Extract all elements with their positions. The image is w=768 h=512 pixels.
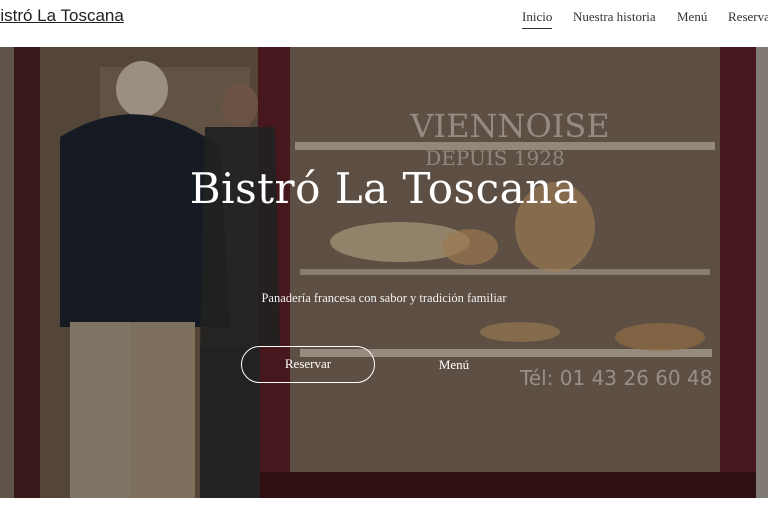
nav-item-nuestra-historia[interactable]: Nuestra historia [573, 9, 656, 28]
page-bottom-strip [0, 498, 768, 512]
hero-subtitle: Panadería francesa con sabor y tradición… [261, 291, 507, 305]
site-header: Bistró La Toscana Inicio Nuestra histori… [0, 0, 768, 47]
nav-item-inicio[interactable]: Inicio [522, 9, 553, 29]
reserve-button[interactable]: Reservar [241, 346, 375, 383]
main-nav: Inicio Nuestra historia Menú Reservar [0, 9, 768, 35]
nav-item-reservar[interactable]: Reservar [728, 9, 768, 28]
hero-title: Bistró La Toscana [189, 164, 579, 213]
nav-item-menu[interactable]: Menú [677, 9, 707, 28]
menu-button[interactable]: Menú [414, 346, 494, 383]
hero-section: VIENNOISE DEPUIS 1928 Tél: 01 43 26 60 4… [0, 47, 768, 498]
hero-overlay [0, 47, 768, 498]
